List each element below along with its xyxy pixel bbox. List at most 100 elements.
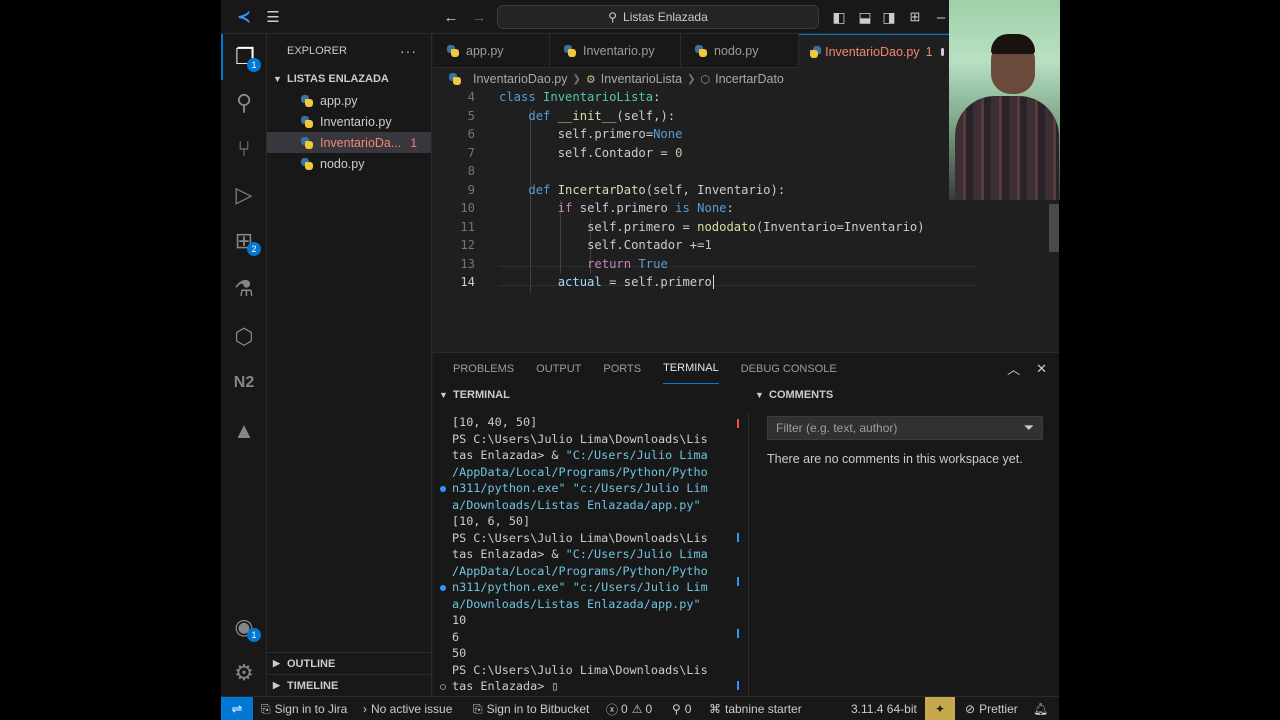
chevron-right-icon: ❯ bbox=[572, 73, 581, 85]
status-issue[interactable]: › No active issue bbox=[363, 697, 452, 720]
ports-icon: ⚲ bbox=[672, 702, 681, 716]
terminal-line: tas Enlazada> & "C:/Users/Julio Lima bbox=[452, 547, 708, 564]
timeline-section-header[interactable]: ▶ TIMELINE bbox=[267, 674, 431, 696]
tab-ports[interactable]: PORTS bbox=[603, 353, 641, 384]
vscode-logo-icon: ≺ bbox=[237, 9, 251, 26]
terminal-text: 6 bbox=[452, 629, 460, 644]
filter-icon[interactable]: ⏷ bbox=[1024, 420, 1034, 436]
folder-section-header[interactable]: ▼ LISTAS ENLAZADA bbox=[267, 68, 431, 90]
status-tabnine[interactable]: ⌘ tabnine starter bbox=[709, 697, 802, 720]
tab-label: app.py bbox=[466, 44, 504, 58]
tab-debug-console[interactable]: DEBUG CONSOLE bbox=[741, 353, 837, 384]
token-constant: True bbox=[631, 256, 668, 271]
tab-problems[interactable]: PROBLEMS bbox=[453, 353, 514, 384]
token-number: 1 bbox=[704, 238, 712, 252]
file-item-inventario[interactable]: Inventario.py bbox=[267, 111, 431, 132]
notifications-bell-icon[interactable]: 🔔︎ bbox=[1033, 697, 1048, 720]
token-punct: : bbox=[726, 201, 734, 215]
maximize-panel-icon[interactable]: ︿ bbox=[1007, 359, 1020, 378]
customize-layout-icon[interactable]: ⊞ bbox=[903, 0, 927, 34]
toggle-sidebar-icon[interactable]: ◧ bbox=[827, 0, 851, 34]
line-number: 10 bbox=[460, 201, 475, 215]
editor-scrollbar[interactable] bbox=[1049, 204, 1059, 252]
extensions-icon[interactable]: ⊞ 2 bbox=[221, 218, 267, 264]
line-number: 12 bbox=[460, 238, 475, 252]
tab-nodo[interactable]: nodo.py bbox=[681, 34, 799, 68]
tab-label: Inventario.py bbox=[583, 44, 655, 58]
status-python-interpreter[interactable]: 3.11.4 64-bit bbox=[851, 697, 917, 720]
tabnine-logo-icon[interactable]: ✦ bbox=[925, 697, 955, 720]
token-function: __init__ bbox=[557, 108, 617, 123]
code-line: 12 self.Contador +=1 bbox=[433, 238, 1059, 257]
explorer-activity-icon[interactable]: ❐ 1 bbox=[221, 34, 267, 80]
n2-extension-icon[interactable]: N2 bbox=[221, 360, 267, 406]
status-bitbucket[interactable]: ⎘ Sign in to Bitbucket bbox=[473, 697, 589, 720]
token-text: = self.primero bbox=[601, 275, 712, 289]
breadcrumb-file[interactable]: InventarioDao.py bbox=[473, 72, 568, 86]
status-text: No active issue bbox=[371, 702, 453, 716]
terminal-string: a/Downloads/Listas Enlazada/app.py" bbox=[452, 497, 701, 512]
line-number: 9 bbox=[467, 182, 475, 197]
python-file-icon bbox=[564, 45, 576, 57]
remote-indicator-icon[interactable]: ⇌ bbox=[221, 697, 253, 720]
explorer-more-actions[interactable]: ··· bbox=[400, 43, 417, 59]
accounts-icon[interactable]: ◉ 1 bbox=[221, 604, 267, 650]
code-line: 10 if self.primero is None: bbox=[433, 201, 1059, 220]
terminal-line: n311/python.exe" "c:/Users/Julio Lim bbox=[452, 580, 708, 597]
line-number: 14 bbox=[460, 275, 475, 289]
search-activity-icon[interactable]: ⚲ bbox=[221, 80, 267, 126]
token-keyword: def bbox=[528, 182, 551, 197]
line-number: 5 bbox=[467, 108, 475, 123]
status-prettier[interactable]: ⊘ Prettier bbox=[965, 697, 1018, 720]
terminal-text: [10, 6, 50] bbox=[452, 514, 531, 528]
status-jira[interactable]: ⎘ Sign in to Jira bbox=[261, 697, 347, 720]
command-success-dot-icon[interactable] bbox=[440, 585, 446, 591]
file-item-inventariodao[interactable]: InventarioDa... 1 bbox=[267, 132, 431, 153]
breadcrumb-method[interactable]: IncertarDato bbox=[715, 72, 784, 86]
run-debug-icon[interactable]: ▷ bbox=[221, 172, 267, 218]
token-keyword: is bbox=[675, 201, 690, 215]
token-text: (self, Inventario): bbox=[645, 182, 786, 197]
terminal-section-header[interactable]: ▼ TERMINAL bbox=[433, 384, 749, 406]
chevron-down-icon: ▼ bbox=[273, 74, 282, 84]
menu-icon[interactable]: ☰ bbox=[257, 0, 289, 34]
tab-inventariodao[interactable]: InventarioDao.py 1 bbox=[799, 34, 959, 68]
status-ports[interactable]: ⚲ 0 bbox=[672, 697, 691, 720]
unsaved-dot-icon[interactable] bbox=[940, 47, 944, 56]
file-item-nodo[interactable]: nodo.py bbox=[267, 153, 431, 174]
comments-header-label: COMMENTS bbox=[769, 389, 834, 401]
python-file-icon bbox=[301, 94, 313, 107]
close-panel-icon[interactable]: ✕ bbox=[1036, 361, 1047, 377]
outline-section-header[interactable]: ▶ OUTLINE bbox=[267, 652, 431, 674]
command-success-dot-icon[interactable] bbox=[440, 486, 446, 492]
breadcrumb-class[interactable]: InventarioLista bbox=[601, 72, 682, 86]
title-bar: ≺ ☰ ← → ⚲ Listas Enlazada ◧ ⬓ ◨ ⊞ – bbox=[221, 0, 1059, 34]
comments-section-header[interactable]: ▼ COMMENTS bbox=[749, 384, 1059, 406]
forward-arrow-icon[interactable]: → bbox=[465, 0, 493, 34]
settings-gear-icon[interactable]: ⚙ bbox=[221, 650, 267, 696]
file-item-app[interactable]: app.py bbox=[267, 90, 431, 111]
tab-app[interactable]: app.py bbox=[433, 34, 550, 68]
command-pending-dot-icon[interactable] bbox=[440, 684, 446, 690]
back-arrow-icon[interactable]: ← bbox=[437, 0, 465, 34]
status-problems[interactable]: ⓧ 0 ⚠ 0 bbox=[606, 697, 652, 720]
terminal-output[interactable]: [10, 40, 50] PS C:\Users\Julio Lima\Down… bbox=[433, 413, 749, 697]
comments-filter-input[interactable]: Filter (e.g. text, author) ⏷ bbox=[767, 416, 1043, 440]
tab-terminal[interactable]: TERMINAL bbox=[663, 353, 719, 384]
source-control-icon[interactable]: ⑂ bbox=[221, 126, 267, 172]
token-function: nododato bbox=[697, 219, 756, 234]
terminal-string: "C:/Users/Julio Lima bbox=[565, 448, 708, 462]
chevron-right-icon: ▶ bbox=[273, 680, 280, 690]
tab-output[interactable]: OUTPUT bbox=[536, 353, 581, 384]
remote-explorer-icon[interactable]: ⬡ bbox=[221, 314, 267, 360]
azure-icon[interactable]: ▲ bbox=[221, 408, 267, 454]
panel-tabs: PROBLEMS OUTPUT PORTS TERMINAL DEBUG CON… bbox=[433, 353, 1059, 384]
command-center-search[interactable]: ⚲ Listas Enlazada bbox=[497, 5, 819, 29]
terminal-text: PS C:\Users\Julio Lima\Downloads\Lis bbox=[452, 431, 708, 446]
toggle-secondary-sidebar-icon[interactable]: ◨ bbox=[877, 0, 901, 34]
toggle-panel-icon[interactable]: ⬓ bbox=[853, 0, 877, 34]
no-comments-message: There are no comments in this workspace … bbox=[767, 452, 1023, 466]
tab-inventario[interactable]: Inventario.py bbox=[550, 34, 681, 68]
terminal-text: PS C:\Users\Julio Lima\Downloads\Lis bbox=[452, 662, 708, 677]
testing-flask-icon[interactable]: ⚗ bbox=[221, 266, 267, 312]
